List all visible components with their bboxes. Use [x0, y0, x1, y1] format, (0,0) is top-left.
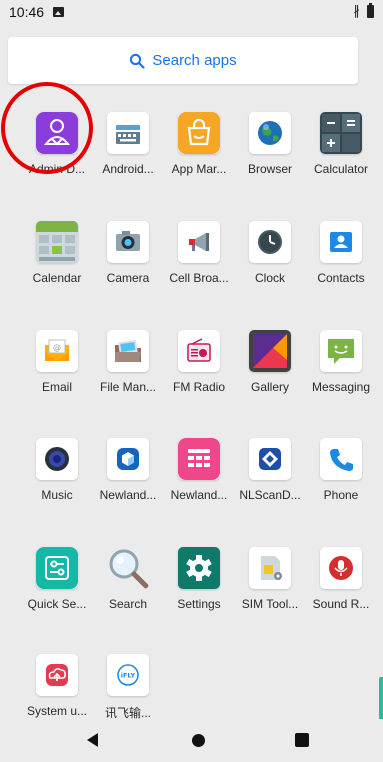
nlscan-icon [249, 438, 291, 480]
app-calculator[interactable]: Calculator [303, 108, 379, 198]
app-search[interactable]: Search [90, 543, 166, 633]
app-label: Cell Broa... [169, 271, 229, 285]
app-contacts[interactable]: Contacts [303, 217, 379, 307]
app-label: Sound R... [312, 597, 370, 611]
app-label: Phone [323, 488, 359, 502]
magnifier-icon [109, 549, 149, 589]
microphone-icon [320, 547, 362, 589]
cloud-upload-icon [36, 654, 78, 696]
app-label: Newland... [170, 488, 228, 502]
app-label: Browser [247, 162, 292, 176]
app-cell-broadcast[interactable]: Cell Broa... [161, 217, 237, 307]
app-android-keyboard[interactable]: Android... [90, 108, 166, 198]
shopping-bag-icon [178, 112, 220, 154]
radio-icon [178, 330, 220, 372]
ifly-icon: iFLY [107, 654, 149, 696]
status-bar: 10:46 ∦ [0, 0, 383, 24]
app-fm-radio[interactable]: FM Radio [161, 326, 237, 416]
app-label: File Man... [99, 380, 156, 394]
folder-icon [107, 330, 149, 372]
app-nlscan[interactable]: NLScanD... [232, 434, 308, 524]
search-icon [130, 53, 145, 69]
app-quick-settings[interactable]: Quick Se... [19, 543, 95, 633]
app-label: Email [41, 380, 72, 394]
status-time: 10:46 [9, 4, 45, 20]
megaphone-icon [178, 221, 220, 263]
contact-card-icon [320, 221, 362, 263]
app-label: FM Radio [172, 380, 225, 394]
chat-bubble-icon [320, 330, 362, 372]
home-icon[interactable] [192, 734, 205, 747]
envelope-icon: @ [36, 330, 78, 372]
app-label: System u... [26, 704, 88, 718]
newland-cube-icon [107, 438, 149, 480]
app-label: Settings [177, 597, 221, 611]
app-label: Admin D... [28, 162, 85, 176]
camera-icon [107, 221, 149, 263]
gear-icon [178, 547, 220, 589]
svg-text:iFLY: iFLY [121, 672, 136, 680]
app-label: Contacts [317, 271, 365, 285]
app-label: Clock [254, 271, 285, 285]
app-admin[interactable]: Admin D... [19, 108, 95, 198]
calendar-icon [36, 221, 78, 263]
navigation-bar [0, 719, 383, 762]
sim-card-icon [249, 547, 291, 589]
admin-icon [36, 112, 78, 154]
app-label: Camera [106, 271, 150, 285]
app-label: Music [41, 488, 73, 502]
app-label: Gallery [250, 380, 289, 394]
search-apps-bar[interactable]: Search apps [8, 37, 358, 84]
app-file-manager[interactable]: File Man... [90, 326, 166, 416]
sliders-icon [36, 547, 78, 589]
recents-icon[interactable] [295, 733, 309, 747]
newland-keypad-icon [178, 438, 220, 480]
app-newland-2[interactable]: Newland... [161, 434, 237, 524]
speaker-icon [36, 438, 78, 480]
app-phone[interactable]: Phone [303, 434, 379, 524]
app-music[interactable]: Music [19, 434, 95, 524]
app-label: Android... [102, 162, 154, 176]
app-label: Messaging [311, 380, 371, 394]
app-label: Newland... [99, 488, 157, 502]
app-label: Calculator [313, 162, 369, 176]
picture-icon [249, 330, 291, 372]
battery-icon [367, 3, 374, 18]
calculator-icon [320, 112, 362, 154]
globe-icon [249, 112, 291, 154]
svg-text:@: @ [53, 343, 61, 352]
back-icon[interactable] [87, 733, 98, 747]
search-apps-label: Search apps [152, 52, 237, 69]
app-label: Quick Se... [27, 597, 87, 611]
app-newland-1[interactable]: Newland... [90, 434, 166, 524]
app-messaging[interactable]: Messaging [303, 326, 379, 416]
app-calendar[interactable]: Calendar [19, 217, 95, 307]
app-label: SIM Tool... [241, 597, 299, 611]
app-clock[interactable]: Clock [232, 217, 308, 307]
app-label: Calendar [32, 271, 82, 285]
phone-icon [320, 438, 362, 480]
app-browser[interactable]: Browser [232, 108, 308, 198]
keyboard-icon [107, 112, 149, 154]
app-label: NLScanD... [239, 488, 301, 502]
app-app-market[interactable]: App Mar... [161, 108, 237, 198]
edge-panel-handle[interactable] [379, 677, 383, 721]
app-settings[interactable]: Settings [161, 543, 237, 633]
app-sound-recorder[interactable]: Sound R... [303, 543, 379, 633]
app-camera[interactable]: Camera [90, 217, 166, 307]
app-sim-toolkit[interactable]: SIM Tool... [232, 543, 308, 633]
app-email[interactable]: @ Email [19, 326, 95, 416]
bluetooth-icon: ∦ [353, 3, 361, 18]
app-gallery[interactable]: Gallery [232, 326, 308, 416]
app-label: App Mar... [171, 162, 227, 176]
app-label: Search [108, 597, 148, 611]
clock-icon [249, 221, 291, 263]
image-notification-icon [53, 7, 64, 17]
